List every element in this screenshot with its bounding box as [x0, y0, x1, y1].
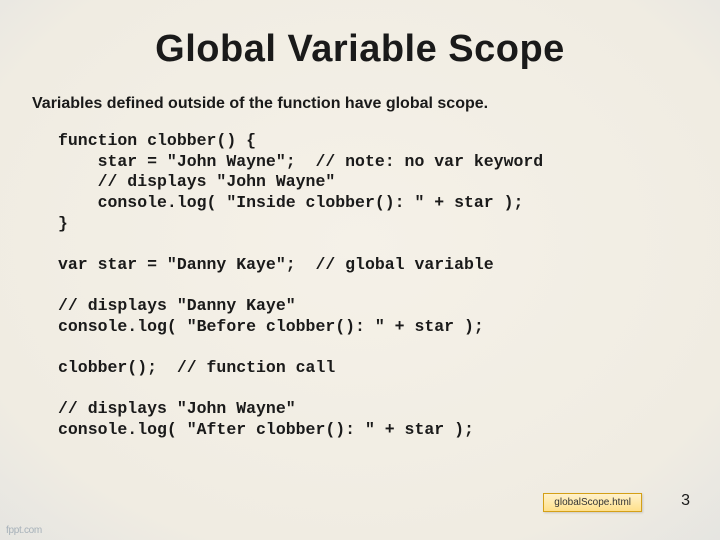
filename-badge: globalScope.html [543, 493, 642, 512]
footer-logo: fppt.com [6, 525, 42, 536]
slide-title: Global Variable Scope [40, 28, 680, 71]
page-number: 3 [681, 492, 690, 510]
code-block: function clobber() { star = "John Wayne"… [58, 131, 680, 440]
slide-subtitle: Variables defined outside of the functio… [32, 95, 680, 113]
slide: Global Variable Scope Variables defined … [0, 0, 720, 540]
